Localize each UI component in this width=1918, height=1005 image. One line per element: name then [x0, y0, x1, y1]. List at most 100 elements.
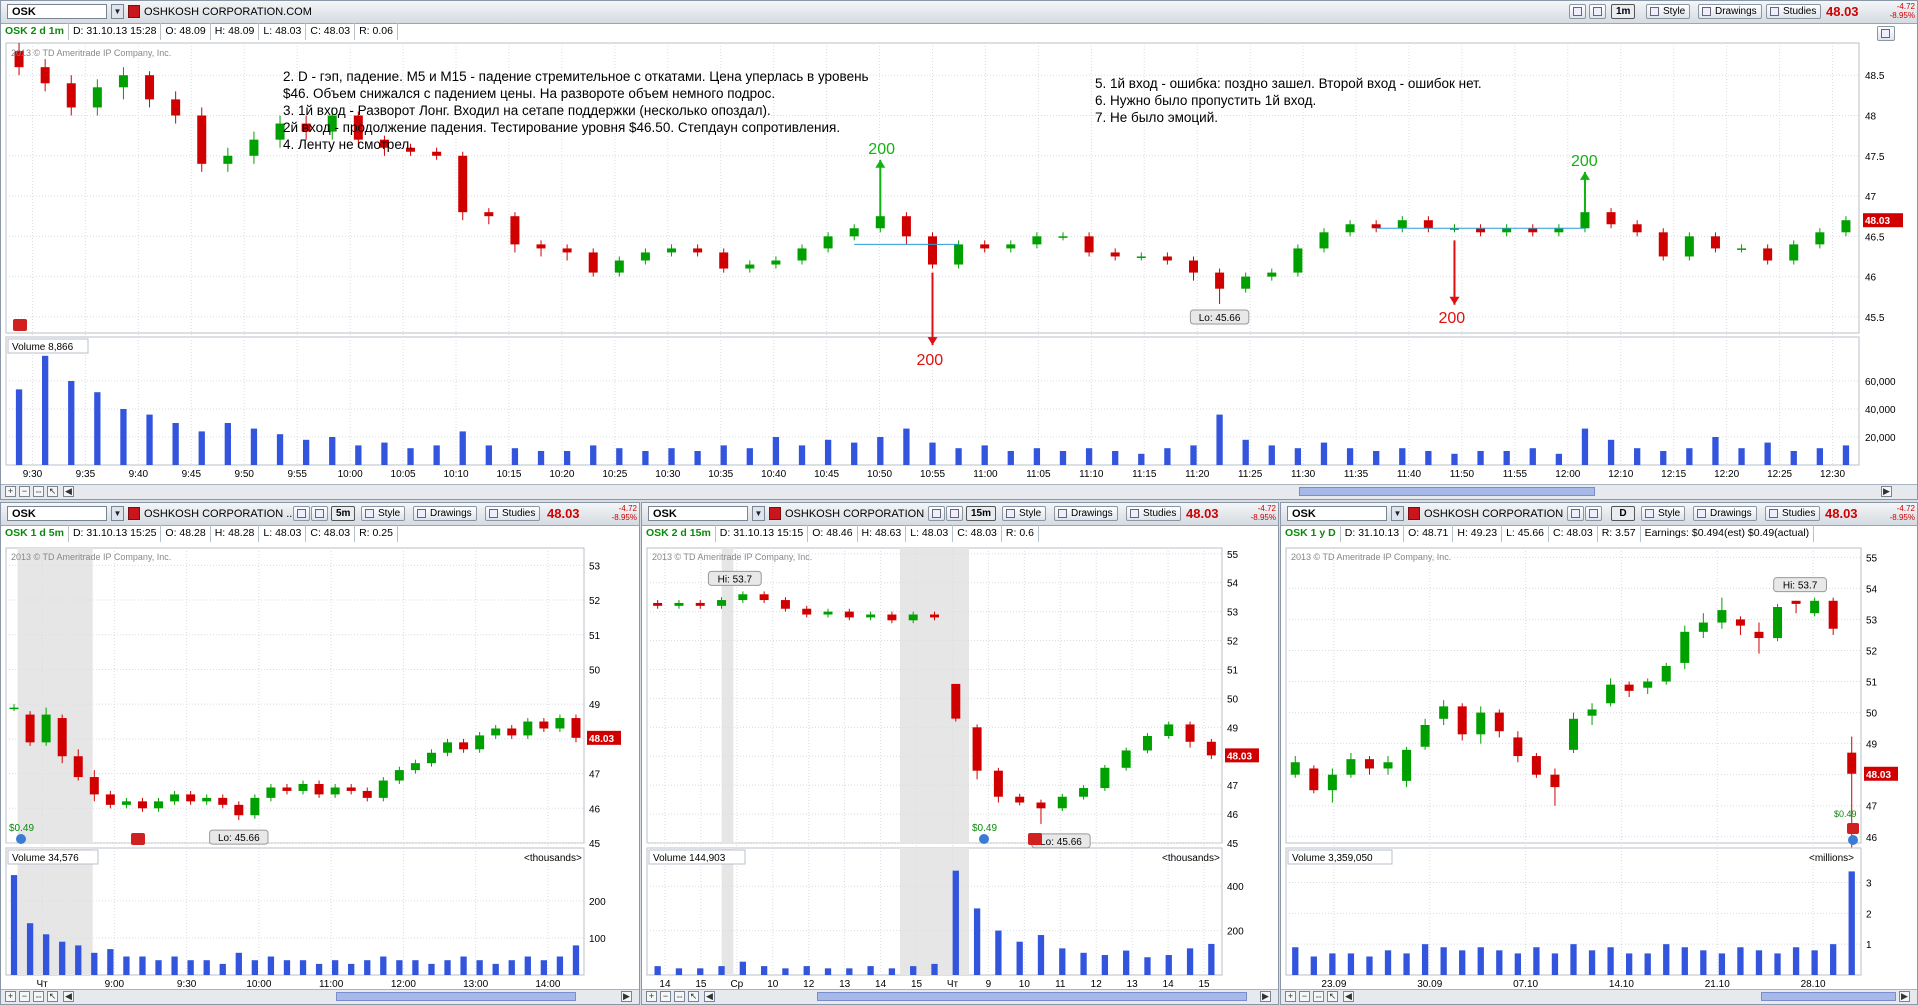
main-toolbar: OSK ▼ OSHKOSH CORPORATION.COM 1m Style D…	[1, 1, 1917, 24]
volume-bar	[803, 966, 810, 975]
scroll-left-icon[interactable]: ◀	[63, 991, 74, 1002]
studies-button[interactable]: Studies	[1126, 506, 1182, 521]
cursor-icon[interactable]: ↖	[688, 991, 699, 1002]
info-open: O: 48.28	[161, 525, 211, 542]
cursor-icon[interactable]: ↖	[47, 991, 58, 1002]
chart-daily-svg[interactable]: 5554535251504948474623.0930.0907.1014.10…	[1281, 543, 1918, 992]
link-icon[interactable]	[1569, 4, 1586, 19]
pan-icon[interactable]: ⇔	[33, 486, 44, 497]
main-chart-svg[interactable]: 48.5 48 47.5 47 46.5 46 45.5 9:30 9:35 9:40 9:45 9:…	[1, 41, 1918, 500]
settings-icon[interactable]	[311, 506, 328, 521]
zoom-in-icon[interactable]: +	[646, 991, 657, 1002]
symbol-dropdown-icon[interactable]: ▼	[111, 4, 124, 19]
timeframe-button[interactable]: 1m	[1611, 4, 1636, 19]
company-flag-icon	[128, 507, 140, 520]
scroll-thumb[interactable]	[336, 992, 576, 1001]
candle-body	[1476, 712, 1486, 735]
timeframe-button[interactable]: 5m	[331, 506, 356, 521]
timeframe-button[interactable]: D	[1611, 506, 1635, 521]
symbol-dropdown-icon[interactable]: ▼	[752, 506, 765, 521]
symbol-input[interactable]: OSK	[7, 4, 107, 19]
pan-icon[interactable]: ⇔	[674, 991, 685, 1002]
scroll-left-icon[interactable]: ◀	[1343, 991, 1354, 1002]
settings-icon[interactable]	[1589, 4, 1606, 19]
candle-body	[458, 155, 468, 213]
symbol-dropdown-icon[interactable]: ▼	[111, 506, 124, 521]
volume-bar	[1085, 448, 1093, 465]
pan-icon[interactable]: ⇔	[1313, 991, 1324, 1002]
volume-bar	[120, 409, 127, 465]
pan-icon[interactable]: ⇔	[33, 991, 44, 1002]
scroll-right-icon[interactable]: ▶	[621, 991, 632, 1002]
scroll-right-icon[interactable]: ▶	[1260, 991, 1271, 1002]
style-button[interactable]: Style	[1641, 506, 1686, 521]
volume-bar	[1310, 956, 1317, 975]
scroll-left-icon[interactable]: ◀	[704, 991, 715, 1002]
volume-bar	[139, 956, 146, 975]
scroll-left-icon[interactable]: ◀	[63, 486, 74, 497]
chart-5m-svg[interactable]: 535251504948474645Чт9:009:3010:0011:0012…	[1, 543, 640, 992]
link-icon[interactable]	[928, 506, 945, 521]
candle-body	[266, 787, 276, 798]
zoom-out-icon[interactable]: −	[660, 991, 671, 1002]
price-tick-label: 49	[1866, 740, 1878, 751]
zoom-out-icon[interactable]: −	[19, 486, 30, 497]
chart-15m-svg[interactable]: 55545352515049484746451415Ср1012131415Чт…	[642, 543, 1279, 992]
style-button[interactable]: Style	[361, 506, 406, 521]
scroll-right-icon[interactable]: ▶	[1881, 486, 1892, 497]
studies-button[interactable]: Studies	[485, 506, 541, 521]
scroll-thumb[interactable]	[1299, 487, 1595, 496]
price-change: -4.72 -8.95%	[1889, 2, 1915, 20]
zoom-out-icon[interactable]: −	[1299, 991, 1310, 1002]
volume-bar	[1165, 955, 1172, 975]
volume-bar	[1737, 947, 1744, 975]
style-button[interactable]: Style	[1002, 506, 1047, 521]
link-icon[interactable]	[1567, 506, 1584, 521]
zoom-in-icon[interactable]: +	[1285, 991, 1296, 1002]
symbol-input-daily[interactable]: OSK	[1287, 506, 1387, 521]
volume-bar	[380, 956, 387, 975]
drawings-button[interactable]: Drawings	[1693, 506, 1757, 521]
symbol-dropdown-icon[interactable]: ▼	[1391, 506, 1404, 521]
volume-tick-label: 60,000	[1865, 377, 1896, 388]
volume-bar	[348, 963, 355, 975]
studies-button[interactable]: Studies	[1765, 506, 1821, 521]
cursor-icon[interactable]: ↖	[1327, 991, 1338, 1002]
volume-bar	[772, 437, 780, 465]
chart-label: OSK 1 d 5m	[1, 525, 69, 542]
expand-icon[interactable]	[1877, 26, 1895, 41]
volume-bar	[485, 445, 492, 465]
price-pane	[1285, 547, 1862, 844]
candle-body	[1215, 272, 1225, 289]
drawings-button[interactable]: Drawings	[1054, 506, 1118, 521]
info-date: D: 31.10.13 15:25	[69, 525, 162, 542]
company-name: OSHKOSH CORPORATION ...	[1424, 508, 1576, 520]
scroll-thumb[interactable]	[1761, 992, 1896, 1001]
settings-icon[interactable]	[946, 506, 963, 521]
volume-bar	[1242, 439, 1249, 465]
timeframe-button[interactable]: 15m	[966, 506, 997, 521]
candle-body	[759, 594, 769, 601]
studies-button[interactable]: Studies	[1766, 4, 1822, 19]
scrollbar-5m[interactable]: + − ⇔ ↖ ◀ ▶	[1, 989, 639, 1004]
scroll-right-icon[interactable]: ▶	[1899, 991, 1910, 1002]
volume-bar	[492, 963, 499, 975]
scrollbar-daily[interactable]: + − ⇔ ↖ ◀ ▶	[1281, 989, 1917, 1004]
drawings-button[interactable]: Drawings	[413, 506, 477, 521]
symbol-input-15m[interactable]: OSK	[648, 506, 748, 521]
symbol-input-5m[interactable]: OSK	[7, 506, 107, 521]
drawings-button[interactable]: Drawings	[1698, 4, 1762, 19]
style-button[interactable]: Style	[1646, 4, 1691, 19]
zoom-out-icon[interactable]: −	[19, 991, 30, 1002]
zoom-in-icon[interactable]: +	[5, 991, 16, 1002]
link-icon[interactable]	[293, 506, 310, 521]
scroll-thumb[interactable]	[817, 992, 1247, 1001]
cursor-icon[interactable]: ↖	[47, 486, 58, 497]
settings-icon[interactable]	[1585, 506, 1602, 521]
candle-body	[1036, 802, 1046, 809]
scrollbar-15m[interactable]: + − ⇔ ↖ ◀ ▶	[642, 989, 1278, 1004]
main-scrollbar[interactable]: + − ⇔ ↖ ◀ ▶	[1, 484, 1917, 499]
candle-body	[105, 794, 115, 805]
ohlc-info-bar: OSK 2 d 15m D: 31.10.13 15:15 O: 48.46 H: 4…	[642, 525, 1039, 542]
zoom-in-icon[interactable]: +	[5, 486, 16, 497]
